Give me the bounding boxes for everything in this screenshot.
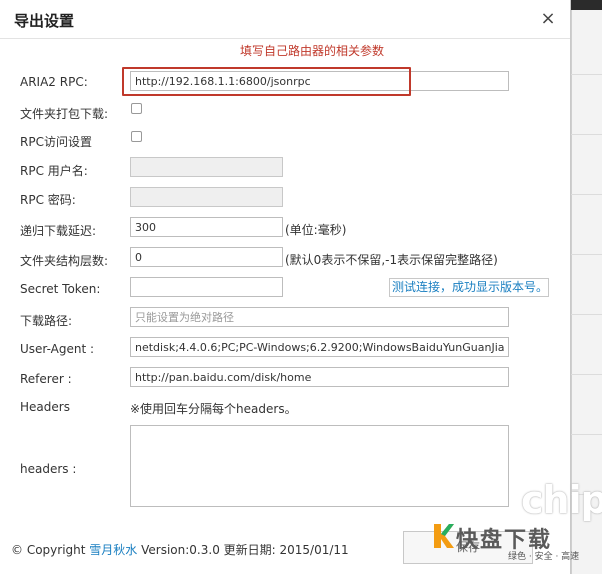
headers-textarea[interactable] bbox=[130, 425, 509, 507]
download-path-input[interactable] bbox=[130, 307, 509, 327]
router-hint: 填写自己路由器的相关参数 bbox=[240, 44, 385, 58]
background-row bbox=[571, 374, 602, 375]
watermark-chip: chip bbox=[521, 478, 602, 522]
background-row bbox=[571, 194, 602, 195]
headers-hint: ※使用回车分隔每个headers。 bbox=[130, 402, 297, 416]
aria2-rpc-label: ARIA2 RPC: bbox=[20, 75, 88, 89]
background-row bbox=[571, 134, 602, 135]
background-row bbox=[571, 314, 602, 315]
rpc-user-label: RPC 用户名: bbox=[20, 164, 88, 178]
user-agent-input[interactable] bbox=[130, 337, 509, 357]
folder-depth-label: 文件夹结构层数: bbox=[20, 254, 109, 268]
author-link[interactable]: 雪月秋水 bbox=[89, 543, 137, 557]
background-row bbox=[571, 254, 602, 255]
secret-token-label: Secret Token: bbox=[20, 282, 101, 296]
pack-download-checkbox[interactable] bbox=[131, 103, 142, 114]
headers-section-label: Headers bbox=[20, 400, 70, 414]
rpc-highlight-box bbox=[122, 67, 411, 96]
rpc-access-label: RPC访问设置 bbox=[20, 135, 92, 149]
referer-label: Referer : bbox=[20, 372, 72, 386]
referer-input[interactable] bbox=[130, 367, 509, 387]
user-agent-label: User-Agent : bbox=[20, 342, 95, 356]
download-path-label: 下载路径: bbox=[20, 314, 73, 328]
version-text: Version:0.3.0 更新日期: 2015/01/11 bbox=[141, 543, 349, 557]
pack-download-label: 文件夹打包下载: bbox=[20, 107, 109, 121]
folder-depth-input[interactable] bbox=[130, 247, 283, 267]
test-connection-link[interactable]: 测试连接，成功显示版本号。 bbox=[389, 278, 549, 297]
recursive-delay-note: (单位:毫秒) bbox=[285, 223, 347, 237]
footer: © Copyright 雪月秋水 Version:0.3.0 更新日期: 201… bbox=[11, 541, 349, 558]
recursive-delay-label: 递归下载延迟: bbox=[20, 224, 97, 238]
close-icon[interactable]: × bbox=[538, 9, 558, 29]
background-row bbox=[571, 434, 602, 435]
copyright-text: © Copyright bbox=[11, 543, 86, 557]
watermark-logo-icon bbox=[434, 524, 454, 548]
background-row bbox=[571, 74, 602, 75]
secret-token-input[interactable] bbox=[130, 277, 283, 297]
recursive-delay-input[interactable] bbox=[130, 217, 283, 237]
rpc-password-label: RPC 密码: bbox=[20, 193, 76, 207]
watermark-tagline: 绿色 · 安全 · 高速 bbox=[508, 552, 580, 562]
export-settings-dialog: 导出设置 × 填写自己路由器的相关参数 ARIA2 RPC: 文件夹打包下载: … bbox=[0, 0, 571, 574]
rpc-user-input[interactable] bbox=[130, 157, 283, 177]
rpc-password-input[interactable] bbox=[130, 187, 283, 207]
rpc-access-checkbox[interactable] bbox=[131, 131, 142, 142]
dialog-title: 导出设置 bbox=[14, 12, 75, 30]
folder-depth-note: (默认0表示不保留,-1表示保留完整路径) bbox=[285, 253, 498, 267]
background-header bbox=[571, 0, 602, 10]
dialog-title-bar: 导出设置 × bbox=[0, 0, 570, 39]
headers-label: headers : bbox=[20, 462, 77, 476]
